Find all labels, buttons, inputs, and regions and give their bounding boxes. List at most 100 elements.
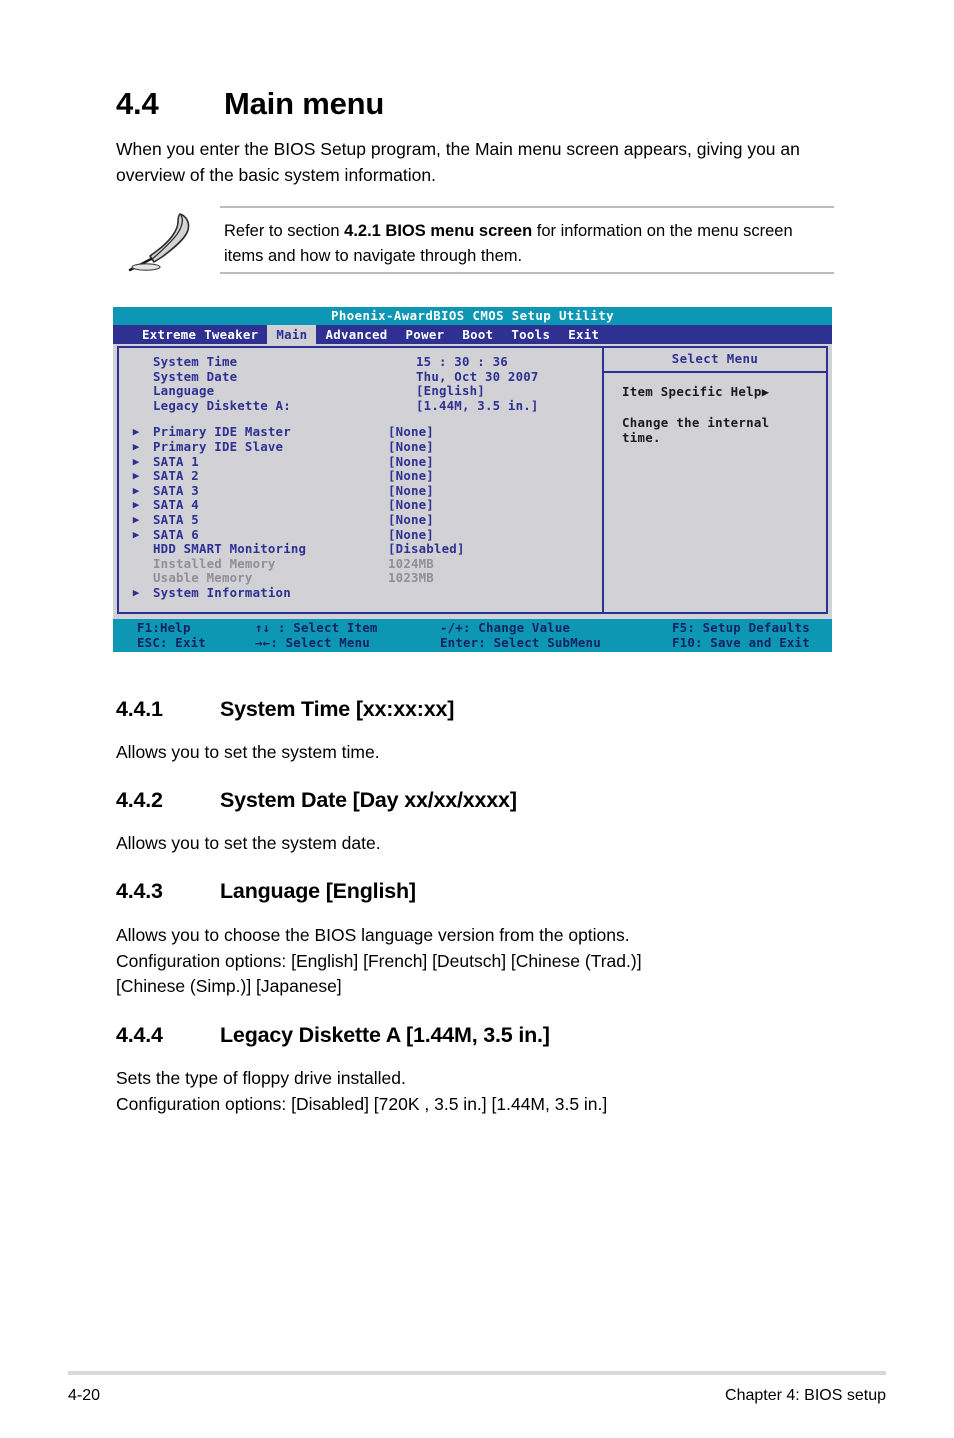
- submenu-arrow-icon: ▶: [132, 469, 140, 483]
- bios-row-sata-4[interactable]: ▶ SATA 4 [None]: [119, 498, 602, 513]
- bios-row-value[interactable]: [1.44M, 3.5 in.]: [416, 398, 539, 414]
- legend-f1-help[interactable]: F1:Help: [113, 620, 255, 636]
- pencil-note-icon: [124, 210, 204, 272]
- bios-row-value[interactable]: [None]: [388, 498, 434, 513]
- bios-row-value[interactable]: [None]: [388, 483, 434, 499]
- submenu-arrow-icon: ▶: [119, 370, 153, 385]
- bios-row-label: SATA 1: [153, 453, 199, 469]
- note-text: Refer to section 4.2.1 BIOS menu screen …: [224, 219, 832, 269]
- legend-select-menu: →←: Select Menu: [255, 634, 370, 650]
- bios-row-installed-memory: ▶ Installed Memory 1024MB: [119, 555, 602, 572]
- subsection-body-4-4-3: Allows you to choose the BIOS language v…: [116, 925, 642, 996]
- page-footer-rule: [68, 1371, 886, 1375]
- submenu-arrow-icon: ▶: [119, 542, 153, 557]
- bios-row-label: SATA 6: [153, 526, 199, 542]
- submenu-arrow-icon: ▶: [132, 512, 140, 526]
- bios-row-value: 1024MB: [388, 555, 434, 571]
- bios-row-sata-5[interactable]: ▶ SATA 5 [None]: [119, 511, 602, 528]
- subsection-body-4-4-2: Allows you to set the system date.: [116, 833, 381, 853]
- submenu-arrow-icon: ▶: [119, 557, 153, 572]
- bios-tab-tools[interactable]: Tools: [502, 325, 559, 344]
- bios-row-value[interactable]: [None]: [388, 512, 434, 528]
- submenu-arrow-icon: ▶: [132, 585, 140, 599]
- subsection-number: 4.4.2: [116, 788, 163, 812]
- bios-row-language[interactable]: ▶ Language [English]: [119, 384, 602, 399]
- bios-row-value[interactable]: 15 : 30 : 36: [416, 354, 508, 370]
- bios-row-label: Language: [153, 383, 215, 399]
- bios-row-primary-ide-master[interactable]: ▶ Primary IDE Master [None]: [119, 425, 602, 440]
- page-number: 4-20: [68, 1387, 101, 1404]
- legend-setup-defaults[interactable]: F5: Setup Defaults: [672, 620, 832, 636]
- bios-row-value[interactable]: [None]: [388, 454, 434, 470]
- section-heading-4-4: 4.4 Main menu: [116, 86, 384, 122]
- help-arrow-icon: ▶: [761, 384, 770, 399]
- bios-body: ▶ System Time 15 : 30 : 36 ▶ System Date…: [113, 344, 832, 619]
- chapter-label: Chapter 4: BIOS setup: [725, 1387, 886, 1404]
- bios-row-value[interactable]: [None]: [388, 527, 434, 543]
- bios-legend-bar: F1:Help ↑↓ : Select Item -/+: Change Val…: [113, 619, 832, 652]
- bios-settings-list: ▶ System Time 15 : 30 : 36 ▶ System Date…: [119, 348, 602, 601]
- bios-row-label: System Time: [153, 354, 238, 369]
- bios-row-label: Legacy Diskette A:: [153, 397, 291, 413]
- legend-save-and-exit[interactable]: F10: Save and Exit: [672, 635, 832, 651]
- item-specific-help-title: Item Specific Help▶: [622, 384, 816, 400]
- bios-row-label: Primary IDE Slave: [153, 438, 284, 454]
- bios-row-value[interactable]: [Disabled]: [388, 542, 465, 557]
- bios-help-header: Select Menu: [602, 346, 828, 371]
- bios-legend-row-1: F1:Help ↑↓ : Select Item -/+: Change Val…: [113, 620, 832, 636]
- bios-row-label: SATA 4: [153, 497, 199, 513]
- bios-tab-advanced[interactable]: Advanced: [316, 325, 396, 344]
- submenu-arrow-icon: ▶: [132, 454, 140, 468]
- bios-help-pane: Item Specific Help▶ Change the internal …: [602, 371, 828, 614]
- submenu-arrow-icon: ▶: [119, 399, 153, 414]
- item-specific-help-label: Item Specific Help: [622, 384, 762, 399]
- bios-row-legacy-diskette-a[interactable]: ▶ Legacy Diskette A: [1.44M, 3.5 in.]: [119, 397, 602, 414]
- bios-row-label: Primary IDE Master: [153, 424, 291, 440]
- item-specific-help-text: Change the internal time.: [622, 414, 770, 445]
- submenu-arrow-icon: ▶: [132, 439, 140, 453]
- bios-row-value[interactable]: [None]: [388, 425, 434, 440]
- bios-row-value[interactable]: [None]: [388, 439, 434, 455]
- bios-row-system-information[interactable]: ▶ System Information: [119, 585, 602, 601]
- document-page: 4.4 Main menu When you enter the BIOS Se…: [0, 0, 954, 1438]
- bios-tab-power[interactable]: Power: [397, 325, 454, 344]
- subsection-title: Language [English]: [220, 879, 416, 903]
- note-bottom-rule: [220, 272, 834, 274]
- bios-tab-extreme-tweaker[interactable]: Extreme Tweaker: [133, 325, 267, 344]
- section-heading-4-4-4: 4.4.4 Legacy Diskette A [1.44M, 3.5 in.]: [116, 1023, 550, 1048]
- bios-row-value: 1023MB: [388, 570, 434, 586]
- bios-legend-row-2: ESC: Exit →←: Select Menu Enter: Select …: [113, 634, 832, 651]
- bios-tab-main[interactable]: Main: [267, 325, 317, 344]
- subsection-body-4-4-4: Sets the type of floppy drive installed.…: [116, 1068, 608, 1114]
- bios-row-label: Usable Memory: [153, 570, 253, 586]
- subsection-body-4-4-1: Allows you to set the system time.: [116, 742, 380, 762]
- bios-row-sata-3[interactable]: ▶ SATA 3 [None]: [119, 482, 602, 499]
- note-box: Refer to section 4.2.1 BIOS menu screen …: [118, 206, 834, 274]
- bios-row-system-date[interactable]: ▶ System Date Thu, Oct 30 2007: [119, 368, 602, 385]
- bios-row-sata-2[interactable]: ▶ SATA 2 [None]: [119, 469, 602, 484]
- bios-row-label: SATA 3: [153, 482, 199, 498]
- submenu-arrow-icon: ▶: [132, 483, 140, 497]
- bios-row-label: System Date: [153, 368, 238, 384]
- bios-tab-exit[interactable]: Exit: [559, 325, 608, 344]
- section-heading-4-4-3: 4.4.3 Language [English]: [116, 879, 416, 904]
- bios-row-label: SATA 5: [153, 511, 199, 527]
- subsection-title: System Time [xx:xx:xx]: [220, 697, 455, 721]
- bios-row-value[interactable]: Thu, Oct 30 2007: [416, 369, 539, 385]
- bios-setup-screen: Phoenix-AwardBIOS CMOS Setup Utility Ext…: [113, 307, 832, 652]
- bios-row-system-time[interactable]: ▶ System Time 15 : 30 : 36: [119, 354, 602, 370]
- bios-tab-boot[interactable]: Boot: [453, 325, 502, 344]
- legend-esc-exit[interactable]: ESC: Exit: [113, 635, 255, 651]
- section-number: 4.4: [116, 86, 159, 121]
- bios-row-primary-ide-slave[interactable]: ▶ Primary IDE Slave [None]: [119, 438, 602, 455]
- subsection-number: 4.4.1: [116, 697, 163, 721]
- bios-row-value[interactable]: [None]: [388, 469, 434, 484]
- bios-row-hdd-smart-monitoring[interactable]: ▶ HDD SMART Monitoring [Disabled]: [119, 542, 602, 557]
- bios-row-value[interactable]: [English]: [416, 384, 485, 399]
- subsection-title: System Date [Day xx/xx/xxxx]: [220, 788, 517, 812]
- bios-title-bar: Phoenix-AwardBIOS CMOS Setup Utility: [113, 307, 832, 325]
- bios-row-sata-6[interactable]: ▶ SATA 6 [None]: [119, 526, 602, 543]
- legend-change-value: -/+: Change Value: [440, 620, 571, 635]
- subsection-number: 4.4.4: [116, 1023, 163, 1047]
- bios-row-sata-1[interactable]: ▶ SATA 1 [None]: [119, 453, 602, 470]
